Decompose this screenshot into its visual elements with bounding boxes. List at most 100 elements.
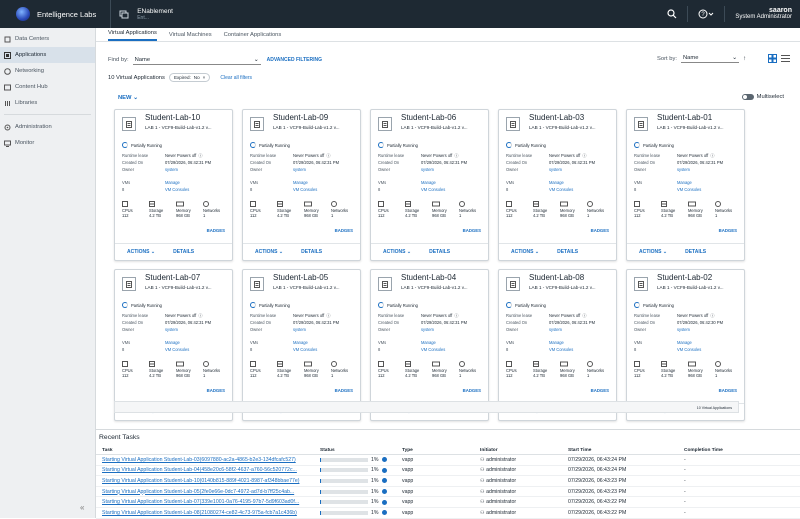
- sort-by-select[interactable]: Name⌄: [681, 54, 739, 63]
- owner-value[interactable]: system: [293, 167, 306, 172]
- info-icon[interactable]: ⓘ: [326, 313, 330, 318]
- task-link[interactable]: Starting Virtual Application Student-Lab…: [96, 510, 316, 516]
- vapp-card[interactable]: Student-Lab-06 LAB 1 - VCF9-Build-Lab-v1…: [370, 109, 489, 261]
- actions-button[interactable]: ACTIONS ⌄: [255, 250, 283, 255]
- vapp-name[interactable]: Student-Lab-02: [657, 275, 712, 280]
- col-initiator[interactable]: Initiator: [476, 448, 564, 453]
- clear-filters-link[interactable]: Clear all filters: [220, 75, 252, 81]
- vapp-card[interactable]: Student-Lab-05 LAB 1 - VCF9-Build-Lab-v1…: [242, 269, 361, 421]
- vapp-card[interactable]: Student-Lab-08 LAB 1 - VCF9-Build-Lab-v1…: [498, 269, 617, 421]
- find-by-select[interactable]: Name⌄: [133, 56, 261, 65]
- vapp-card[interactable]: Student-Lab-07 LAB 1 - VCF9-Build-Lab-v1…: [114, 269, 233, 421]
- new-button[interactable]: NEW ⌄: [118, 95, 138, 101]
- toggle-switch[interactable]: [742, 94, 754, 100]
- vapp-name[interactable]: Student-Lab-04: [401, 275, 456, 280]
- vapp-name[interactable]: Student-Lab-05: [273, 275, 328, 280]
- vapp-name[interactable]: Student-Lab-07: [145, 275, 200, 280]
- help-icon[interactable]: ?: [698, 9, 714, 19]
- vm-consoles-link[interactable]: VM Consoles: [165, 187, 189, 192]
- vm-consoles-link[interactable]: VM Consoles: [293, 347, 317, 352]
- vm-consoles-link[interactable]: VM Consoles: [549, 187, 573, 192]
- filter-chip-expired[interactable]: Expired:No×: [169, 73, 210, 82]
- owner-value[interactable]: system: [677, 167, 690, 172]
- vm-consoles-link[interactable]: VM Consoles: [293, 187, 317, 192]
- manage-link[interactable]: Manage: [549, 340, 564, 345]
- badges-link[interactable]: BADGES: [207, 388, 225, 393]
- info-icon[interactable]: ⓘ: [198, 153, 202, 158]
- col-status[interactable]: Status: [316, 448, 398, 453]
- sidebar-item-networking[interactable]: Networking: [0, 63, 95, 79]
- org-switcher[interactable]: ENablement Ent...: [137, 8, 173, 21]
- info-icon[interactable]: ⓘ: [582, 313, 586, 318]
- info-icon[interactable]: ⓘ: [710, 313, 714, 318]
- actions-button[interactable]: ACTIONS ⌄: [127, 250, 155, 255]
- actions-button[interactable]: ACTIONS ⌄: [383, 250, 411, 255]
- task-link[interactable]: Starting Virtual Application Student-Lab…: [96, 467, 316, 473]
- owner-value[interactable]: system: [421, 167, 434, 172]
- list-view-icon[interactable]: [781, 54, 790, 63]
- badges-link[interactable]: BADGES: [463, 228, 481, 233]
- col-task[interactable]: Task: [96, 448, 316, 453]
- col-type[interactable]: Type: [398, 448, 476, 453]
- cancel-task-icon[interactable]: [382, 510, 387, 515]
- info-icon[interactable]: ⓘ: [710, 153, 714, 158]
- task-link[interactable]: Starting Virtual Application Student-Lab…: [96, 457, 316, 463]
- sidebar-item-libraries[interactable]: Libraries: [0, 95, 95, 111]
- task-link[interactable]: Starting Virtual Application Student-Lab…: [96, 478, 316, 484]
- vapp-card[interactable]: Student-Lab-04 LAB 1 - VCF9-Build-Lab-v1…: [370, 269, 489, 421]
- details-button[interactable]: DETAILS: [429, 250, 450, 255]
- owner-value[interactable]: system: [293, 327, 306, 332]
- task-link[interactable]: Starting Virtual Application Student-Lab…: [96, 499, 316, 505]
- vapp-card[interactable]: Student-Lab-09 LAB 1 - VCF9-Build-Lab-v1…: [242, 109, 361, 261]
- badges-link[interactable]: BADGES: [335, 228, 353, 233]
- sort-direction-icon[interactable]: ↑: [743, 56, 746, 62]
- badges-link[interactable]: BADGES: [591, 228, 609, 233]
- sidebar-item-monitor[interactable]: Monitor: [0, 135, 95, 151]
- collapse-sidebar-icon[interactable]: «: [80, 503, 84, 512]
- details-button[interactable]: DETAILS: [301, 250, 322, 255]
- owner-value[interactable]: system: [549, 167, 562, 172]
- vm-consoles-link[interactable]: VM Consoles: [677, 187, 701, 192]
- vapp-name[interactable]: Student-Lab-01: [657, 115, 712, 120]
- vm-consoles-link[interactable]: VM Consoles: [421, 347, 445, 352]
- info-icon[interactable]: ⓘ: [454, 313, 458, 318]
- sidebar-item-content-hub[interactable]: Content Hub: [0, 79, 95, 95]
- col-start-time[interactable]: Start Time: [564, 448, 680, 453]
- manage-link[interactable]: Manage: [421, 180, 436, 185]
- owner-value[interactable]: system: [165, 327, 178, 332]
- actions-button[interactable]: ACTIONS ⌄: [639, 250, 667, 255]
- vapp-card[interactable]: Student-Lab-10 LAB 1 - VCF9-Build-Lab-v1…: [114, 109, 233, 261]
- cancel-task-icon[interactable]: [382, 489, 387, 494]
- manage-link[interactable]: Manage: [165, 180, 180, 185]
- vapp-name[interactable]: Student-Lab-09: [273, 115, 328, 120]
- vm-consoles-link[interactable]: VM Consoles: [677, 347, 701, 352]
- details-button[interactable]: DETAILS: [557, 250, 578, 255]
- col-completion-time[interactable]: Completion Time: [680, 448, 780, 453]
- user-menu[interactable]: saaron System Administrator: [735, 7, 792, 21]
- vm-consoles-link[interactable]: VM Consoles: [421, 187, 445, 192]
- owner-value[interactable]: system: [421, 327, 434, 332]
- info-icon[interactable]: ⓘ: [198, 313, 202, 318]
- badges-link[interactable]: BADGES: [719, 228, 737, 233]
- search-icon[interactable]: [667, 9, 677, 19]
- owner-value[interactable]: system: [165, 167, 178, 172]
- vapp-name[interactable]: Student-Lab-08: [529, 275, 584, 280]
- vapp-card[interactable]: Student-Lab-02 LAB 1 - VCF9-Build-Lab-v1…: [626, 269, 745, 421]
- sidebar-item-data-centers[interactable]: Data Centers: [0, 31, 95, 47]
- cancel-task-icon[interactable]: [382, 478, 387, 483]
- vapp-name[interactable]: Student-Lab-10: [145, 115, 200, 120]
- details-button[interactable]: DETAILS: [685, 250, 706, 255]
- task-link[interactable]: Starting Virtual Application Student-Lab…: [96, 489, 316, 495]
- brand-logo[interactable]: [16, 7, 30, 21]
- close-icon[interactable]: ×: [203, 75, 206, 80]
- info-icon[interactable]: ⓘ: [326, 153, 330, 158]
- badges-link[interactable]: BADGES: [591, 388, 609, 393]
- cancel-task-icon[interactable]: [382, 468, 387, 473]
- tab-virtual-machines[interactable]: Virtual Machines: [169, 32, 212, 41]
- multiselect-toggle[interactable]: Multiselect: [742, 94, 784, 100]
- manage-link[interactable]: Manage: [293, 340, 308, 345]
- manage-link[interactable]: Manage: [293, 180, 308, 185]
- tab-virtual-applications[interactable]: Virtual Applications: [108, 30, 157, 41]
- vapp-card[interactable]: Student-Lab-01 LAB 1 - VCF9-Build-Lab-v1…: [626, 109, 745, 261]
- advanced-filtering-link[interactable]: ADVANCED FILTERING: [267, 57, 322, 63]
